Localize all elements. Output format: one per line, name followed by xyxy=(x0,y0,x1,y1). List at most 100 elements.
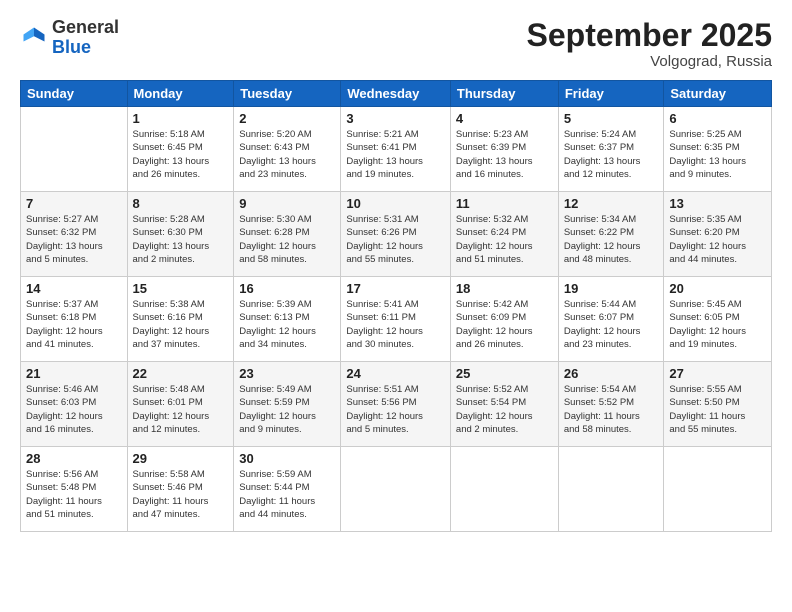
day-number: 2 xyxy=(239,111,335,126)
logo: General Blue xyxy=(20,18,119,58)
day-info: Sunrise: 5:23 AM Sunset: 6:39 PM Dayligh… xyxy=(456,128,553,181)
day-number: 3 xyxy=(346,111,445,126)
table-row: 6 Sunrise: 5:25 AM Sunset: 6:35 PM Daylig… xyxy=(664,107,772,192)
day-number: 27 xyxy=(669,366,766,381)
col-saturday: Saturday xyxy=(664,81,772,107)
table-row: 26 Sunrise: 5:54 AM Sunset: 5:52 PM Dayli… xyxy=(558,362,664,447)
table-row: 17Sunrise: 5:41 AM Sunset: 6:11 PM Dayli… xyxy=(341,277,451,362)
day-info: Sunrise: 5:58 AM Sunset: 5:46 PM Dayligh… xyxy=(133,468,229,521)
table-row: 19 Sunrise: 5:44 AM Sunset: 6:07 PM Dayli… xyxy=(558,277,664,362)
day-info: Sunrise: 5:28 AM Sunset: 6:30 PM Dayligh… xyxy=(133,213,229,266)
table-row: 20 Sunrise: 5:45 AM Sunset: 6:05 PM Dayli… xyxy=(664,277,772,362)
day-number: 30 xyxy=(239,451,335,466)
calendar-week-2: 7 Sunrise: 5:27 AM Sunset: 6:32 PM Daylig… xyxy=(21,192,772,277)
day-number: 12 xyxy=(564,196,659,211)
calendar-week-4: 21 Sunrise: 5:46 AM Sunset: 6:03 PM Dayli… xyxy=(21,362,772,447)
day-number: 6 xyxy=(669,111,766,126)
page: General Blue September 2025 Volgograd, R… xyxy=(0,0,792,612)
day-number: 7 xyxy=(26,196,122,211)
calendar: Sunday Monday Tuesday Wednesday Thursday… xyxy=(20,80,772,532)
calendar-week-3: 14 Sunrise: 5:37 AM Sunset: 6:18 PM Dayli… xyxy=(21,277,772,362)
day-info: Sunrise: 5:49 AM Sunset: 5:59 PM Dayligh… xyxy=(239,383,335,436)
day-number: 5 xyxy=(564,111,659,126)
table-row: 16Sunrise: 5:39 AM Sunset: 6:13 PM Dayli… xyxy=(234,277,341,362)
day-info: Sunrise: 5:54 AM Sunset: 5:52 PM Dayligh… xyxy=(564,383,659,436)
header: General Blue September 2025 Volgograd, R… xyxy=(20,18,772,70)
table-row: 9Sunrise: 5:30 AM Sunset: 6:28 PM Daylig… xyxy=(234,192,341,277)
day-number: 28 xyxy=(26,451,122,466)
col-wednesday: Wednesday xyxy=(341,81,451,107)
table-row: 12Sunrise: 5:34 AM Sunset: 6:22 PM Dayli… xyxy=(558,192,664,277)
table-row: 21 Sunrise: 5:46 AM Sunset: 6:03 PM Dayli… xyxy=(21,362,128,447)
day-number: 18 xyxy=(456,281,553,296)
day-info: Sunrise: 5:27 AM Sunset: 6:32 PM Dayligh… xyxy=(26,213,122,266)
day-info: Sunrise: 5:24 AM Sunset: 6:37 PM Dayligh… xyxy=(564,128,659,181)
day-info: Sunrise: 5:55 AM Sunset: 5:50 PM Dayligh… xyxy=(669,383,766,436)
day-number: 13 xyxy=(669,196,766,211)
col-thursday: Thursday xyxy=(450,81,558,107)
day-number: 11 xyxy=(456,196,553,211)
table-row: 8 Sunrise: 5:28 AM Sunset: 6:30 PM Daylig… xyxy=(127,192,234,277)
table-row: 25 Sunrise: 5:52 AM Sunset: 5:54 PM Dayli… xyxy=(450,362,558,447)
day-number: 4 xyxy=(456,111,553,126)
day-number: 17 xyxy=(346,281,445,296)
table-row: 4 Sunrise: 5:23 AM Sunset: 6:39 PM Daylig… xyxy=(450,107,558,192)
day-info: Sunrise: 5:30 AM Sunset: 6:28 PM Dayligh… xyxy=(239,213,335,266)
table-row: 22Sunrise: 5:48 AM Sunset: 6:01 PM Dayli… xyxy=(127,362,234,447)
day-info: Sunrise: 5:32 AM Sunset: 6:24 PM Dayligh… xyxy=(456,213,553,266)
table-row: 7 Sunrise: 5:27 AM Sunset: 6:32 PM Daylig… xyxy=(21,192,128,277)
day-number: 24 xyxy=(346,366,445,381)
col-sunday: Sunday xyxy=(21,81,128,107)
day-number: 26 xyxy=(564,366,659,381)
location: Volgograd, Russia xyxy=(527,53,772,70)
table-row: 10 Sunrise: 5:31 AM Sunset: 6:26 PM Dayli… xyxy=(341,192,451,277)
day-info: Sunrise: 5:31 AM Sunset: 6:26 PM Dayligh… xyxy=(346,213,445,266)
table-row xyxy=(664,447,772,532)
day-info: Sunrise: 5:52 AM Sunset: 5:54 PM Dayligh… xyxy=(456,383,553,436)
col-tuesday: Tuesday xyxy=(234,81,341,107)
day-number: 19 xyxy=(564,281,659,296)
day-number: 10 xyxy=(346,196,445,211)
day-number: 20 xyxy=(669,281,766,296)
calendar-header-row: Sunday Monday Tuesday Wednesday Thursday… xyxy=(21,81,772,107)
table-row: 1Sunrise: 5:18 AM Sunset: 6:45 PM Daylig… xyxy=(127,107,234,192)
logo-icon xyxy=(20,24,48,52)
day-number: 23 xyxy=(239,366,335,381)
day-info: Sunrise: 5:25 AM Sunset: 6:35 PM Dayligh… xyxy=(669,128,766,181)
day-info: Sunrise: 5:38 AM Sunset: 6:16 PM Dayligh… xyxy=(133,298,229,351)
day-number: 8 xyxy=(133,196,229,211)
logo-general: General xyxy=(52,18,119,38)
day-number: 29 xyxy=(133,451,229,466)
day-info: Sunrise: 5:59 AM Sunset: 5:44 PM Dayligh… xyxy=(239,468,335,521)
table-row: 23 Sunrise: 5:49 AM Sunset: 5:59 PM Dayli… xyxy=(234,362,341,447)
table-row xyxy=(558,447,664,532)
day-number: 25 xyxy=(456,366,553,381)
calendar-week-1: 1Sunrise: 5:18 AM Sunset: 6:45 PM Daylig… xyxy=(21,107,772,192)
title-block: September 2025 Volgograd, Russia xyxy=(527,18,772,70)
calendar-week-5: 28Sunrise: 5:56 AM Sunset: 5:48 PM Dayli… xyxy=(21,447,772,532)
table-row: 18 Sunrise: 5:42 AM Sunset: 6:09 PM Dayli… xyxy=(450,277,558,362)
table-row xyxy=(341,447,451,532)
table-row: 14 Sunrise: 5:37 AM Sunset: 6:18 PM Dayli… xyxy=(21,277,128,362)
table-row: 30 Sunrise: 5:59 AM Sunset: 5:44 PM Dayli… xyxy=(234,447,341,532)
table-row: 3 Sunrise: 5:21 AM Sunset: 6:41 PM Daylig… xyxy=(341,107,451,192)
table-row: 27 Sunrise: 5:55 AM Sunset: 5:50 PM Dayli… xyxy=(664,362,772,447)
day-info: Sunrise: 5:21 AM Sunset: 6:41 PM Dayligh… xyxy=(346,128,445,181)
table-row: 28Sunrise: 5:56 AM Sunset: 5:48 PM Dayli… xyxy=(21,447,128,532)
day-info: Sunrise: 5:39 AM Sunset: 6:13 PM Dayligh… xyxy=(239,298,335,351)
table-row: 15Sunrise: 5:38 AM Sunset: 6:16 PM Dayli… xyxy=(127,277,234,362)
day-number: 21 xyxy=(26,366,122,381)
day-number: 14 xyxy=(26,281,122,296)
day-info: Sunrise: 5:46 AM Sunset: 6:03 PM Dayligh… xyxy=(26,383,122,436)
day-info: Sunrise: 5:44 AM Sunset: 6:07 PM Dayligh… xyxy=(564,298,659,351)
table-row: 11 Sunrise: 5:32 AM Sunset: 6:24 PM Dayli… xyxy=(450,192,558,277)
day-info: Sunrise: 5:37 AM Sunset: 6:18 PM Dayligh… xyxy=(26,298,122,351)
day-info: Sunrise: 5:42 AM Sunset: 6:09 PM Dayligh… xyxy=(456,298,553,351)
day-info: Sunrise: 5:48 AM Sunset: 6:01 PM Dayligh… xyxy=(133,383,229,436)
table-row: 5 Sunrise: 5:24 AM Sunset: 6:37 PM Daylig… xyxy=(558,107,664,192)
day-number: 1 xyxy=(133,111,229,126)
day-info: Sunrise: 5:45 AM Sunset: 6:05 PM Dayligh… xyxy=(669,298,766,351)
table-row: 29 Sunrise: 5:58 AM Sunset: 5:46 PM Dayli… xyxy=(127,447,234,532)
table-row: 2Sunrise: 5:20 AM Sunset: 6:43 PM Daylig… xyxy=(234,107,341,192)
table-row: 13Sunrise: 5:35 AM Sunset: 6:20 PM Dayli… xyxy=(664,192,772,277)
